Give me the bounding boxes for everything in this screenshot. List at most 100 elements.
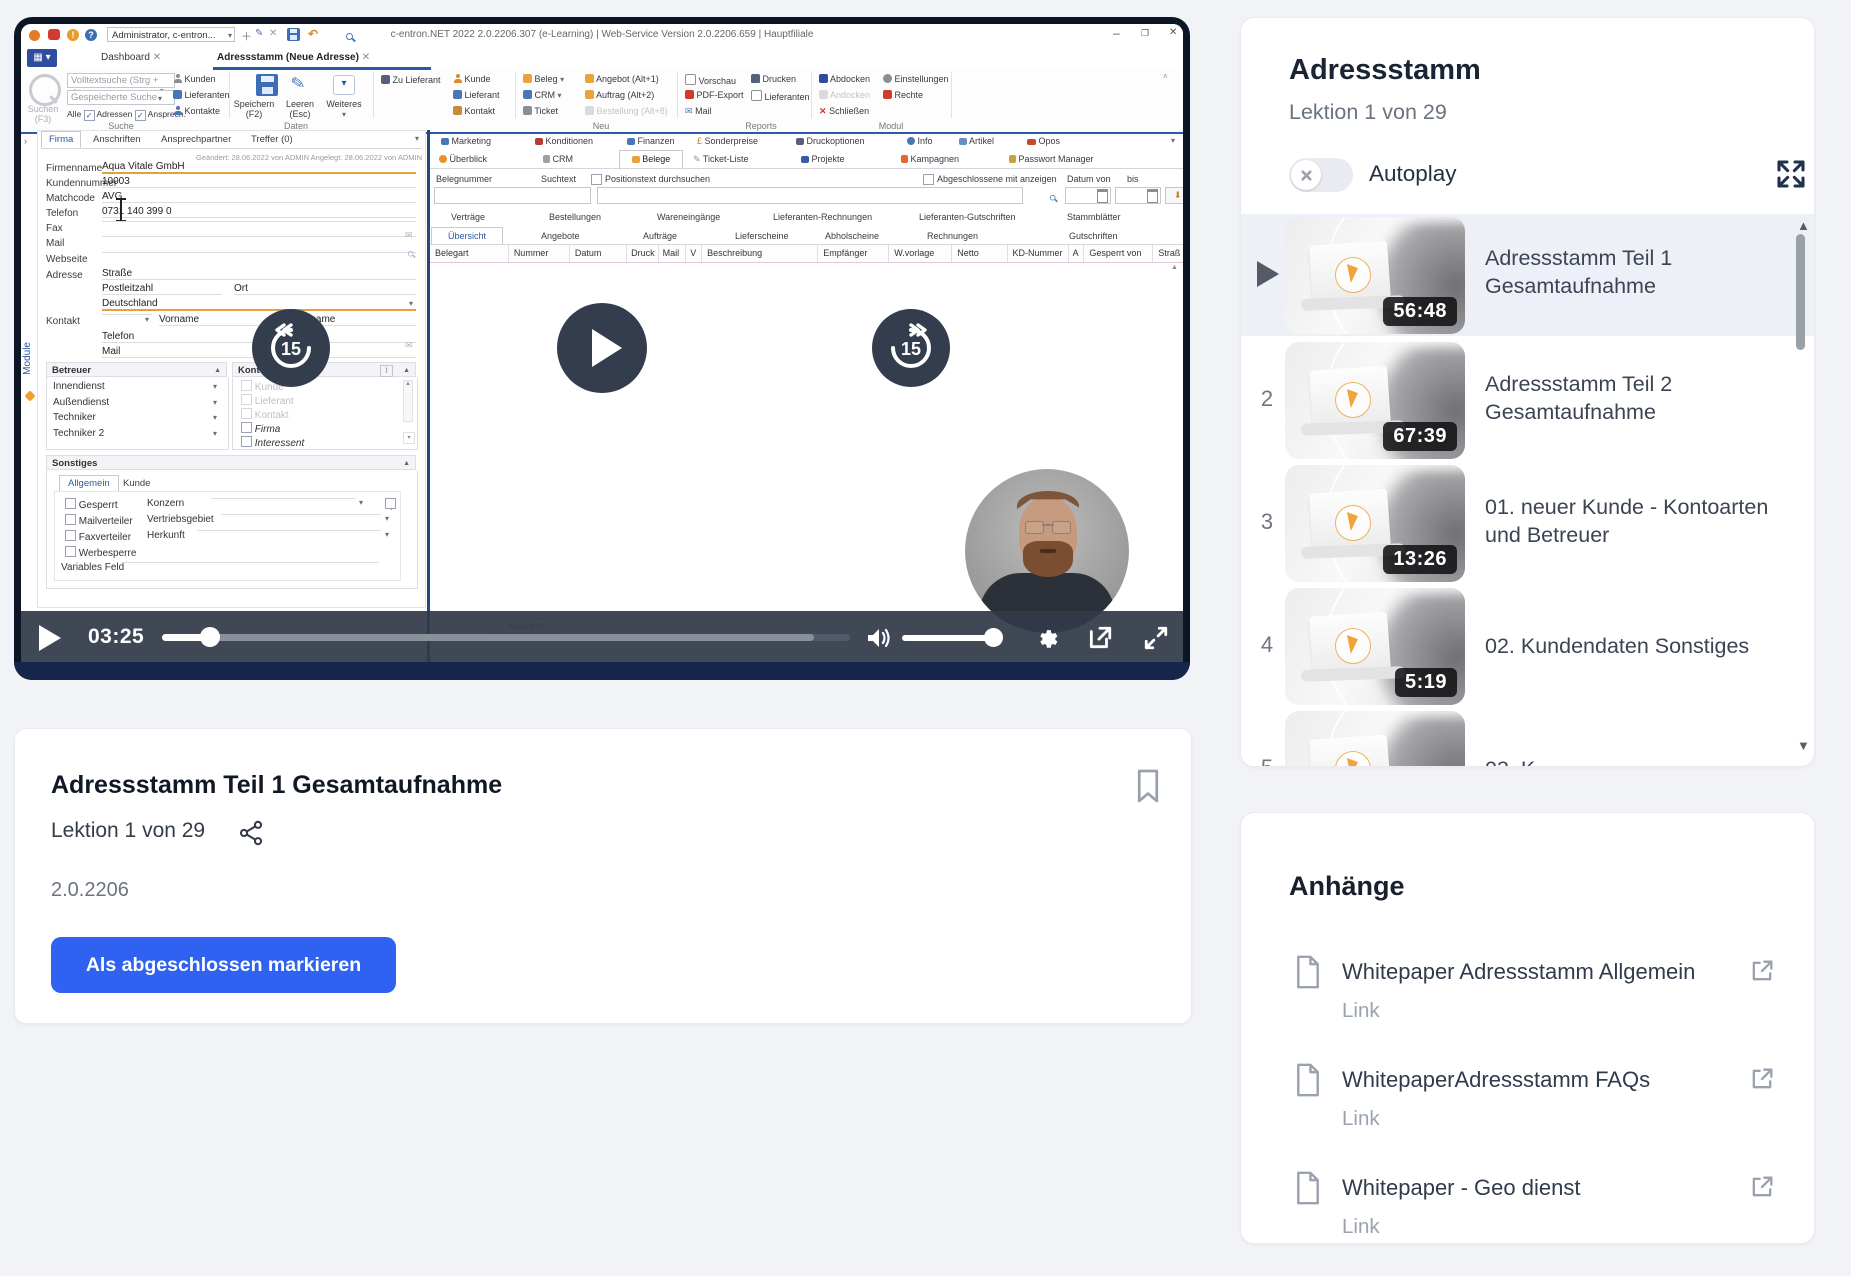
erp-ribbon: Suchen(F3) Volltextsuche (Strg + Q) Gesp…: [21, 70, 1183, 132]
play-overlay-icon: [592, 329, 622, 367]
skip-back-15-icon: 15: [264, 321, 318, 375]
skip-forward-15-icon: 15: [884, 321, 938, 375]
playlist-item-1[interactable]: 56:48 Adressstamm Teil 1 Gesamtaufnahme: [1241, 214, 1814, 336]
player-bottom-frame: [14, 662, 1190, 680]
document-icon: [1294, 1171, 1322, 1205]
value-mail: [102, 236, 416, 237]
value-ort: Ort: [234, 283, 416, 295]
tab-belege-active: Belege: [619, 150, 683, 170]
label-kontakt: Kontakt: [46, 316, 80, 327]
tab-projekte: Projekte: [801, 154, 845, 164]
suche-checkboxes: Alle ✓ Adressen ✓ Ansprech.: [67, 109, 186, 121]
skip-back-15-button[interactable]: 15: [252, 309, 330, 387]
value-firmenname: Aqua Vitale GmbH: [102, 161, 416, 174]
playlist-item-title: 02. Kundendaten Sonstiges: [1485, 632, 1785, 660]
playlist-lesson-count: Lektion 1 von 29: [1289, 100, 1447, 125]
vertriebsgebiet-dropdown-icon: ▾: [385, 514, 389, 523]
attachment-link[interactable]: Whitepaper - Geo dienst: [1342, 1175, 1580, 1201]
form-tabs-underline: [41, 148, 422, 149]
calendar-icon-von: [1097, 189, 1108, 203]
play-button[interactable]: [39, 625, 61, 651]
subtab-wareneingaenge: Wareneingänge: [657, 212, 720, 222]
col-nummer: Nummer: [509, 245, 570, 262]
sonstiges-header: Sonstiges▲: [46, 455, 416, 470]
video-player[interactable]: ! ? Administrator, c-entron...▾ ＋ ✎ ✕ ↶ …: [14, 17, 1190, 680]
presenter-glasses: [1025, 521, 1071, 533]
col-gesperrt-von: Gesperrt von: [1084, 245, 1153, 262]
col-empfaenger: Empfänger: [818, 245, 889, 262]
check-gesperrt: Gesperrt: [65, 498, 118, 511]
kontakt-mail-envelope-icon: ✉: [405, 340, 413, 351]
volume-handle[interactable]: [984, 628, 1003, 647]
playlist-item-4[interactable]: 4 5:19 02. Kundendaten Sonstiges: [1241, 588, 1814, 705]
playlist-scrollbar-thumb[interactable]: [1796, 234, 1805, 350]
external-link-icon[interactable]: [1748, 1065, 1776, 1093]
betreuer-techniker2: Techniker 2: [53, 428, 104, 439]
betreuer-aussendienst: Außendienst: [53, 397, 109, 408]
mark-complete-button[interactable]: Als abgeschlossen markieren: [51, 937, 396, 993]
playlist-item-title: Adressstamm Teil 1 Gesamtaufnahme: [1485, 244, 1765, 301]
tab-ueberblick: Überblick: [439, 154, 487, 164]
fullscreen-icon[interactable]: [1143, 625, 1169, 651]
autoplay-toggle[interactable]: [1289, 158, 1353, 192]
lieferanten-button: Lieferanten: [173, 90, 230, 100]
schliessen-button: ✕ Schließen: [819, 106, 869, 117]
external-link-icon[interactable]: [1748, 957, 1776, 985]
play-overlay-button[interactable]: [557, 303, 647, 393]
panel-tabs-overflow-icon: ▾: [1171, 136, 1175, 145]
bookmark-icon[interactable]: [1133, 767, 1163, 805]
playlist-item-2[interactable]: 2 67:39 Adressstamm Teil 2 Gesamtaufnahm…: [1241, 342, 1814, 459]
presenter-webcam: [965, 469, 1129, 633]
volume-slider[interactable]: [902, 635, 997, 641]
calendar-icon-bis: [1147, 189, 1158, 203]
progress-bar[interactable]: [162, 634, 850, 641]
tab-artikel: Artikel: [959, 136, 994, 146]
playlist-scroll-down-icon[interactable]: ▼: [1797, 738, 1810, 753]
form-tab-firma: Firma: [41, 131, 81, 148]
mail-button: ✉ Mail: [685, 106, 712, 117]
value-strasse: Straße: [102, 268, 416, 280]
expand-playlist-icon[interactable]: [1775, 158, 1807, 190]
pip-share-icon[interactable]: [1087, 625, 1113, 651]
table-header: Belegart Nummer Datum Druck Mail V Besch…: [430, 245, 1183, 263]
attachments-title: Anhänge: [1289, 871, 1405, 902]
share-icon[interactable]: [237, 819, 265, 847]
settings-gear-icon[interactable]: [1033, 625, 1059, 651]
lesson-info-card: Adressstamm Teil 1 Gesamtaufnahme Lektio…: [14, 728, 1192, 1024]
skip-forward-15-button[interactable]: 15: [872, 309, 950, 387]
playlist-item-3[interactable]: 3 13:26 01. neuer Kunde - Kontoarten und…: [1241, 465, 1814, 582]
attachment-link[interactable]: WhitepaperAdressstamm FAQs: [1342, 1067, 1650, 1093]
attachment-link[interactable]: Whitepaper Adressstamm Allgemein: [1342, 959, 1695, 985]
group-caption-modul: Modul: [841, 121, 941, 131]
progress-handle[interactable]: [200, 627, 220, 647]
tab-opos: Opos: [1027, 136, 1060, 146]
external-link-icon[interactable]: [1748, 1173, 1776, 1201]
tab-info: Info: [907, 136, 933, 146]
value-matchcode: AVG: [102, 191, 416, 203]
value-vertriebsgebiet: [221, 514, 381, 515]
lieferant-button: Lieferant: [453, 90, 500, 100]
form-expander-icon: ›: [24, 136, 27, 146]
sonstiges-tab-kunde: Kunde: [123, 478, 150, 489]
playlist-item-number: 5: [1253, 755, 1281, 767]
label-vertriebsgebiet: Vertriebsgebiet: [147, 514, 214, 525]
volume-icon[interactable]: [866, 626, 892, 650]
subtab-lieferanten-rechnungen: Lieferanten-Rechnungen: [773, 212, 872, 222]
col-beschreibung: Beschreibung: [702, 245, 818, 262]
document-icon: [1294, 1063, 1322, 1097]
label-matchcode: Matchcode: [46, 193, 95, 204]
playlist-item-5[interactable]: 5 03. K: [1241, 711, 1814, 767]
label-adresse: Adresse: [46, 270, 83, 281]
einstellungen-button: Einstellungen: [883, 74, 949, 84]
document-icon: [1294, 955, 1322, 989]
form-tab-anschriften: Anschriften: [93, 134, 141, 145]
playlist-item-title: 01. neuer Kunde - Kontoarten und Betreue…: [1485, 493, 1775, 550]
drucken-button: Drucken: [751, 74, 796, 84]
gespeicherte-suche-input: Gespeicherte Suche▾: [67, 90, 175, 105]
playlist-thumbnail: 13:26: [1285, 465, 1465, 582]
playlist-thumbnail: [1285, 711, 1465, 767]
toggle-off-x-icon: [1300, 169, 1313, 182]
video-controls-bar: 03:25: [21, 611, 1183, 665]
playlist-scroll-up-icon[interactable]: ▲: [1797, 218, 1810, 233]
subtab-abholscheine: Abholscheine: [825, 231, 879, 241]
